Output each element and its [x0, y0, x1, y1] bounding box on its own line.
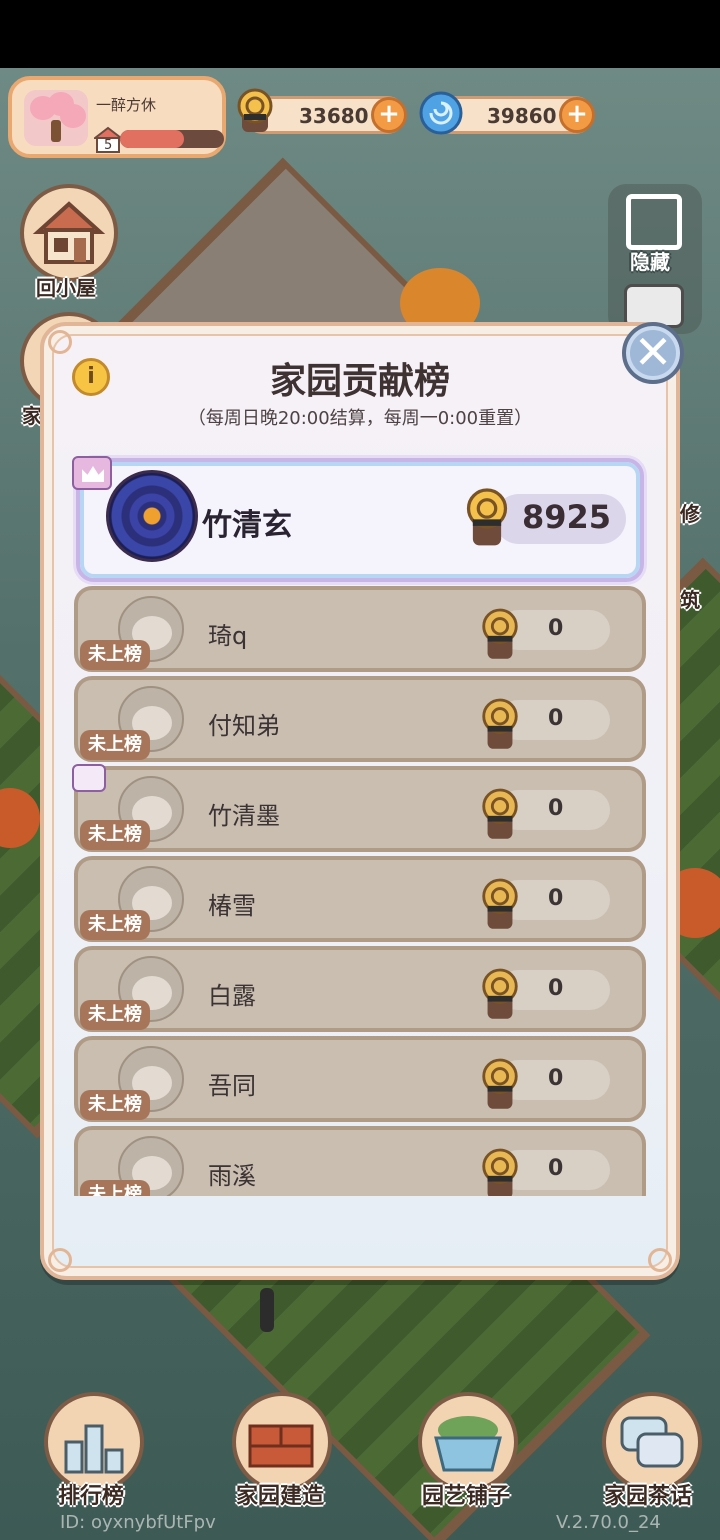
level-number: 5: [104, 138, 113, 153]
modal-subtitle: （每周日晚20:00结算，每周一0:00重置）: [187, 408, 533, 429]
tree-trunk: [51, 120, 61, 142]
rank-row[interactable]: 未上榜 吾同 0: [74, 1036, 646, 1122]
player-name: 付知弟: [208, 712, 280, 740]
hide-ui-panel[interactable]: 隐藏: [608, 184, 702, 334]
level-progress-fill: [120, 130, 185, 148]
player-name: 雨溪: [208, 1162, 256, 1190]
rank-row[interactable]: 未上榜 雨溪 0: [74, 1126, 646, 1196]
garden-build-label: 家园建造: [236, 1484, 325, 1509]
player-name: 吾同: [208, 1072, 256, 1100]
corner-ornament: [48, 330, 72, 354]
snail-coin-icon: [237, 88, 273, 132]
add-snail-coin-button[interactable]: +: [371, 97, 407, 133]
chat-bubble-icon: [620, 1416, 684, 1468]
return-home-label: 回小屋: [36, 276, 96, 300]
spiral-gem-value: 39860: [487, 104, 557, 128]
user-avatar[interactable]: [24, 90, 88, 146]
rank-row[interactable]: 未上榜 椿雪 0: [74, 856, 646, 942]
player-name: 竹清墨: [208, 802, 280, 830]
player-score: 0: [548, 976, 564, 1001]
level-progress-bar: [120, 130, 224, 148]
spiral-gem-icon: [419, 91, 463, 135]
snail-coin-icon: [482, 788, 518, 839]
unranked-badge: 未上榜: [80, 640, 150, 670]
close-button[interactable]: ✕: [622, 322, 684, 384]
player-name: 椿雪: [208, 892, 256, 920]
hide-ui-icon: [626, 194, 682, 250]
snail-coin-icon: [482, 968, 518, 1019]
flower-basket-icon: [434, 1416, 502, 1472]
top-rank-name: 竹清玄: [202, 508, 292, 543]
top-rank-score: 8925: [522, 498, 612, 536]
add-spiral-gem-button[interactable]: +: [559, 97, 595, 133]
house-icon: [32, 201, 106, 264]
player-name: 琦q: [208, 622, 248, 650]
rank-list[interactable]: 未上榜 琦q 0 未上榜 付知弟 0 未上榜 竹清墨 0 未上榜 椿雪 0 未上榜 白露 0 未上榜 吾同 0 未上…: [74, 586, 646, 1196]
rank-row[interactable]: 未上榜 竹清墨 0: [74, 766, 646, 852]
unranked-badge: 未上榜: [80, 730, 150, 760]
snail-coin-icon: [482, 698, 518, 749]
snail-coin-icon: [482, 1148, 518, 1196]
player-name: 白露: [208, 982, 256, 1010]
hide-ui-label: 隐藏: [630, 250, 670, 274]
top-rank-avatar[interactable]: [106, 470, 198, 562]
user-name: 一醉方休: [96, 96, 157, 114]
corner-ornament: [648, 1248, 672, 1272]
crown-badge-icon: [72, 764, 106, 792]
player-score: 0: [548, 1066, 564, 1091]
modal-title: 家园贡献榜: [269, 361, 450, 402]
unranked-badge: 未上榜: [80, 910, 150, 940]
player-character: [260, 1288, 274, 1332]
snail-coin-value: 33680: [299, 104, 369, 128]
player-score: 0: [548, 796, 564, 821]
garden-shop-label: 园艺铺子: [422, 1484, 511, 1509]
player-id: ID: oyxnybfUtFpv: [60, 1512, 216, 1533]
crown-badge-icon: [72, 456, 112, 490]
unranked-badge: 未上榜: [80, 820, 150, 850]
right-edge-label: 修: [680, 502, 700, 526]
ranking-label: 排行榜: [58, 1484, 125, 1509]
right-edge-label-2: 筑: [680, 588, 700, 612]
garden-build-button[interactable]: [232, 1392, 332, 1492]
corner-ornament: [48, 1248, 72, 1272]
unranked-badge: 未上榜: [80, 1180, 150, 1196]
return-home-button[interactable]: [20, 184, 118, 282]
unranked-badge: 未上榜: [80, 1000, 150, 1030]
player-score: 0: [548, 706, 564, 731]
rank-row[interactable]: 未上榜 琦q 0: [74, 586, 646, 672]
snail-coin-icon: [482, 1058, 518, 1109]
status-bar: [0, 0, 720, 68]
unranked-badge: 未上榜: [80, 1090, 150, 1120]
ranking-icon: [64, 1424, 124, 1474]
player-score: 0: [548, 616, 564, 641]
player-score: 0: [548, 1156, 564, 1181]
snail-coin-icon: [482, 608, 518, 659]
app-version: V.2.70.0_24: [556, 1512, 661, 1533]
user-profile-card[interactable]: 一醉方休 5: [8, 76, 226, 158]
garden-shop-button[interactable]: [418, 1392, 518, 1492]
snail-coin-icon: [466, 488, 508, 546]
brick-icon: [248, 1424, 314, 1468]
garden-chat-label: 家园茶话: [604, 1484, 693, 1509]
player-score: 0: [548, 886, 564, 911]
rank-row[interactable]: 未上榜 付知弟 0: [74, 676, 646, 762]
snail-coin-icon: [482, 878, 518, 929]
rank-row[interactable]: 未上榜 白露 0: [74, 946, 646, 1032]
garden-chat-button[interactable]: [602, 1392, 702, 1492]
tree-leaf: [60, 104, 86, 128]
ranking-button[interactable]: [44, 1392, 144, 1492]
